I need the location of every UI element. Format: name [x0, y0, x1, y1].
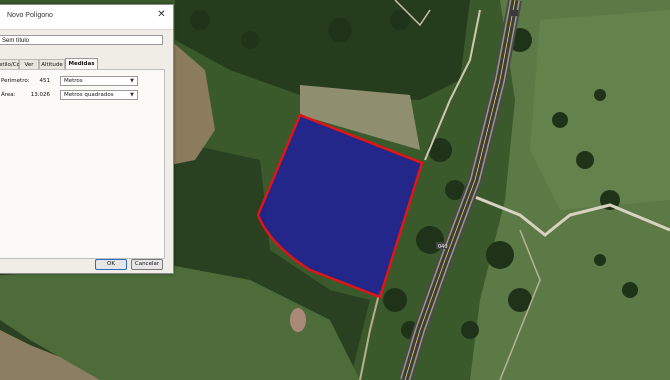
close-icon[interactable]: ✕	[156, 9, 167, 20]
tab-altitude[interactable]: Altitude	[39, 59, 65, 69]
area-unit-value: Metros quadrados	[64, 92, 114, 98]
ok-button[interactable]: OK	[95, 259, 127, 270]
tab-view[interactable]: Ver	[19, 59, 39, 69]
area-label: Área:	[1, 92, 16, 98]
perimeter-label: Perímetro:	[1, 78, 30, 84]
perimeter-value: 451	[39, 78, 51, 84]
measurements-panel: Perímetro: 451 Metros ▼ Área: 13.026 Met…	[0, 69, 165, 259]
dialog-titlebar[interactable]: Novo Polígono ✕	[0, 5, 173, 30]
chevron-down-icon: ▼	[130, 92, 134, 98]
area-unit-select[interactable]: Metros quadrados ▼	[60, 90, 138, 100]
polygon-name-input[interactable]: Sem título	[0, 35, 163, 45]
polygon-dialog: Novo Polígono ✕ Sem título Estilo/Cor Ve…	[0, 4, 174, 274]
tab-style-color[interactable]: Estilo/Cor	[0, 59, 22, 69]
dialog-title: Novo Polígono	[7, 12, 53, 19]
road-shield-label: 040	[438, 244, 448, 250]
erosion-patch	[290, 308, 306, 332]
chevron-down-icon: ▼	[130, 78, 134, 84]
tab-measurements[interactable]: Medidas	[65, 58, 98, 69]
pasture-right-light	[530, 10, 670, 210]
area-value: 13.026	[30, 92, 50, 98]
perimeter-unit-select[interactable]: Metros ▼	[60, 76, 138, 86]
cancel-button[interactable]: Cancelar	[131, 259, 163, 270]
perimeter-unit-value: Metros	[64, 78, 83, 84]
tab-bar: Estilo/Cor Ver Altitude Medidas	[0, 58, 173, 69]
